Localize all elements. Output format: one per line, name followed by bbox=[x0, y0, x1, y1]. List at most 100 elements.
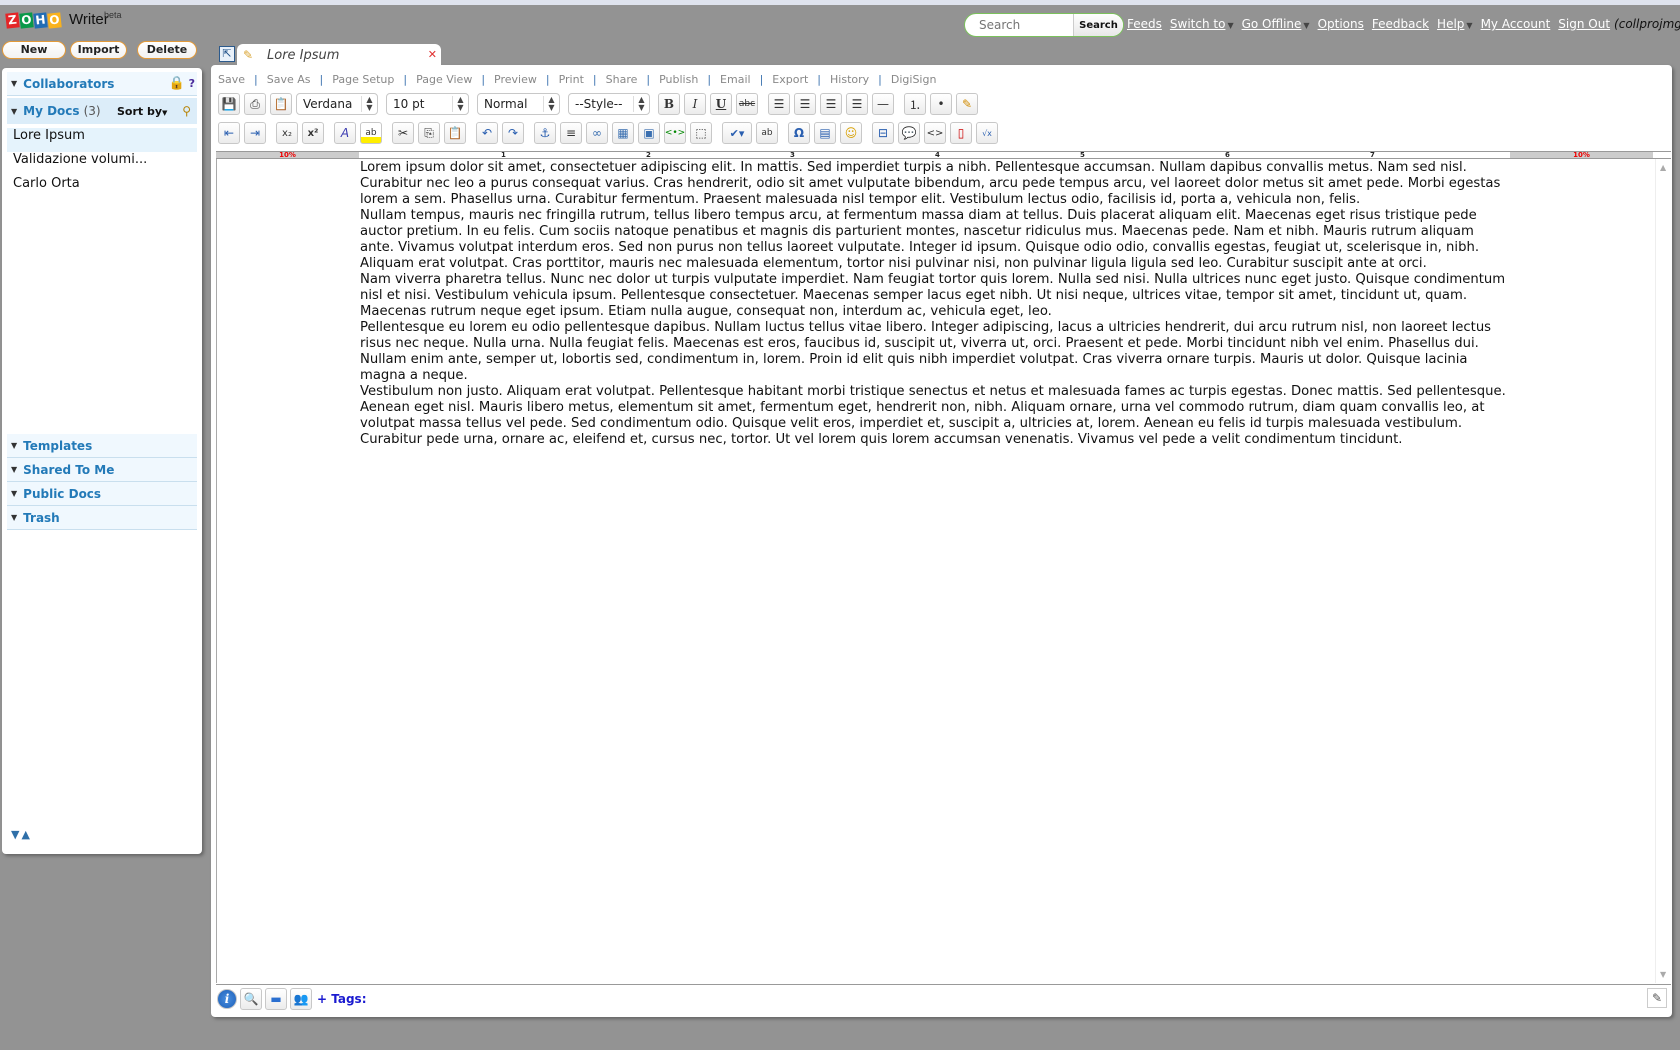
superscript-icon[interactable]: x² bbox=[302, 122, 324, 144]
sidebar-section-trash[interactable]: ▼ Trash bbox=[7, 506, 197, 530]
search-docs-icon[interactable]: ⚲ bbox=[182, 104, 191, 118]
search-button[interactable]: Search bbox=[1073, 14, 1123, 36]
switch-to-menu[interactable]: Switch to ▼ bbox=[1170, 17, 1234, 31]
horizontal-rule-icon[interactable]: — bbox=[872, 93, 894, 115]
help-menu[interactable]: Help ▼ bbox=[1437, 17, 1473, 31]
bold-icon[interactable]: B bbox=[658, 93, 680, 115]
sidebar-section-templates[interactable]: ▼ Templates bbox=[7, 434, 197, 458]
toc-icon[interactable]: ▤ bbox=[814, 122, 836, 144]
cut-icon[interactable]: ✂ bbox=[392, 122, 414, 144]
collapse-all-icon[interactable]: ▲ bbox=[21, 828, 31, 841]
sidebar-section-my-docs[interactable]: ▼ My Docs (3) Sort by▼ ⚲ bbox=[7, 98, 197, 124]
help-icon[interactable]: ? bbox=[189, 77, 195, 90]
copy-icon[interactable]: ⎘ bbox=[418, 122, 440, 144]
paste-icon[interactable]: 📋 bbox=[444, 122, 466, 144]
notes-icon[interactable]: ✎ bbox=[1647, 988, 1667, 1008]
switch-to-link[interactable]: Switch to bbox=[1170, 17, 1226, 31]
search-icon[interactable]: 🔍 bbox=[240, 987, 262, 1010]
outdent-icon[interactable]: ⇤ bbox=[218, 122, 240, 144]
doc-item[interactable]: Validazione volumi... bbox=[7, 152, 197, 176]
line-spacing-icon[interactable]: ≡ bbox=[560, 122, 582, 144]
menu-save-as[interactable]: Save As bbox=[267, 73, 311, 86]
sort-by-dropdown[interactable]: Sort by▼ bbox=[117, 105, 167, 118]
sidebar-section-shared-to-me[interactable]: ▼ Shared To Me bbox=[7, 458, 197, 482]
document-area[interactable]: Lorem ipsum dolor sit amet, consectetuer… bbox=[216, 159, 1655, 983]
my-account-link[interactable]: My Account bbox=[1481, 17, 1551, 31]
collaborators-icon[interactable]: 👥 bbox=[290, 987, 312, 1010]
page-break-icon[interactable]: ⊟ bbox=[872, 122, 894, 144]
scroll-down-icon[interactable]: ▼ bbox=[1660, 970, 1666, 979]
redo-icon[interactable]: ↷ bbox=[502, 122, 524, 144]
menu-print[interactable]: Print bbox=[559, 73, 584, 86]
align-right-icon[interactable]: ☰ bbox=[820, 93, 842, 115]
search-input[interactable] bbox=[965, 14, 1073, 36]
feedback-link[interactable]: Feedback bbox=[1372, 17, 1429, 31]
info-icon[interactable]: i bbox=[217, 988, 237, 1009]
menu-email[interactable]: Email bbox=[720, 73, 751, 86]
document-tab[interactable]: ✎ Lore Ipsum ✕ bbox=[237, 44, 441, 66]
go-offline-link[interactable]: Go Offline bbox=[1242, 17, 1302, 31]
table-icon[interactable]: ▦ bbox=[612, 122, 634, 144]
ruler-right-margin[interactable]: 10% bbox=[1510, 152, 1653, 159]
italic-icon[interactable]: I bbox=[684, 93, 706, 115]
select-all-icon[interactable]: ⬚ bbox=[690, 122, 712, 144]
undo-icon[interactable]: ↶ bbox=[476, 122, 498, 144]
justify-icon[interactable]: ☰ bbox=[846, 93, 868, 115]
link-icon[interactable]: ∞ bbox=[586, 122, 608, 144]
import-button[interactable]: Import bbox=[70, 41, 127, 59]
document-body[interactable]: Lorem ipsum dolor sit amet, consectetuer… bbox=[360, 160, 1510, 448]
subscript-icon[interactable]: x₂ bbox=[276, 122, 298, 144]
indent-icon[interactable]: ⇥ bbox=[244, 122, 266, 144]
edit-form-icon[interactable]: ✎ bbox=[956, 93, 978, 115]
menu-share[interactable]: Share bbox=[606, 73, 638, 86]
menu-digisign[interactable]: DigiSign bbox=[891, 73, 937, 86]
doc-item[interactable]: Carlo Orta bbox=[7, 176, 197, 200]
pdf-icon[interactable]: ▯ bbox=[950, 122, 972, 144]
equation-icon[interactable]: √x bbox=[976, 122, 998, 144]
help-link[interactable]: Help bbox=[1437, 17, 1464, 31]
vertical-scrollbar[interactable]: ▲ ▼ bbox=[1655, 159, 1671, 983]
numbered-list-icon[interactable]: ⒈ bbox=[904, 93, 926, 115]
close-tab-icon[interactable]: ✕ bbox=[428, 48, 437, 61]
html-source-icon[interactable]: <> bbox=[924, 122, 946, 144]
options-link[interactable]: Options bbox=[1318, 17, 1364, 31]
image-icon[interactable]: ▣ bbox=[638, 122, 660, 144]
menu-page-setup[interactable]: Page Setup bbox=[332, 73, 394, 86]
new-button[interactable]: New bbox=[2, 41, 66, 59]
print-icon[interactable]: ⎙ bbox=[244, 93, 266, 115]
special-char-icon[interactable]: Ω bbox=[788, 122, 810, 144]
menu-save[interactable]: Save bbox=[218, 73, 245, 86]
highlight-icon[interactable]: ab bbox=[360, 122, 382, 144]
go-offline-menu[interactable]: Go Offline ▼ bbox=[1242, 17, 1310, 31]
add-tags-link[interactable]: + Tags: bbox=[317, 992, 367, 1006]
sidebar-section-public-docs[interactable]: ▼ Public Docs bbox=[7, 482, 197, 506]
lock-icon[interactable]: 🔒 bbox=[169, 76, 185, 91]
save-icon[interactable]: 💾 bbox=[218, 93, 240, 115]
font-family-select[interactable]: Verdana ▲ ▼ bbox=[296, 93, 378, 115]
menu-preview[interactable]: Preview bbox=[494, 73, 537, 86]
ruler-left-margin[interactable]: 10% bbox=[216, 152, 359, 159]
popout-icon[interactable]: ⇱ bbox=[219, 46, 235, 62]
style-select[interactable]: --Style-- ▲ ▼ bbox=[568, 93, 650, 115]
anchor-icon[interactable]: ⚓ bbox=[534, 122, 556, 144]
feeds-link[interactable]: Feeds bbox=[1127, 17, 1162, 31]
scroll-up-icon[interactable]: ▲ bbox=[1660, 163, 1666, 172]
smiley-icon[interactable]: ☺ bbox=[840, 122, 862, 144]
align-center-icon[interactable]: ☰ bbox=[794, 93, 816, 115]
comment-icon[interactable]: 💬 bbox=[898, 122, 920, 144]
zoho-writer-logo[interactable]: Z O H O Writer beta bbox=[5, 10, 122, 29]
font-color-icon[interactable]: A bbox=[334, 122, 356, 144]
spellcheck-icon[interactable]: ✔▾ bbox=[722, 122, 752, 144]
embed-icon[interactable]: <•> bbox=[664, 122, 686, 144]
menu-publish[interactable]: Publish bbox=[659, 73, 698, 86]
find-replace-icon[interactable]: ab bbox=[756, 122, 778, 144]
sign-out-link[interactable]: Sign Out bbox=[1558, 17, 1610, 31]
paragraph-format-select[interactable]: Normal ▲ ▼ bbox=[477, 93, 560, 115]
align-left-icon[interactable]: ☰ bbox=[768, 93, 790, 115]
strikethrough-icon[interactable]: abc bbox=[736, 93, 758, 115]
delete-button[interactable]: Delete bbox=[137, 41, 197, 59]
bulleted-list-icon[interactable]: • bbox=[930, 93, 952, 115]
menu-export[interactable]: Export bbox=[772, 73, 808, 86]
underline-icon[interactable]: U bbox=[710, 93, 732, 115]
menu-page-view[interactable]: Page View bbox=[416, 73, 472, 86]
